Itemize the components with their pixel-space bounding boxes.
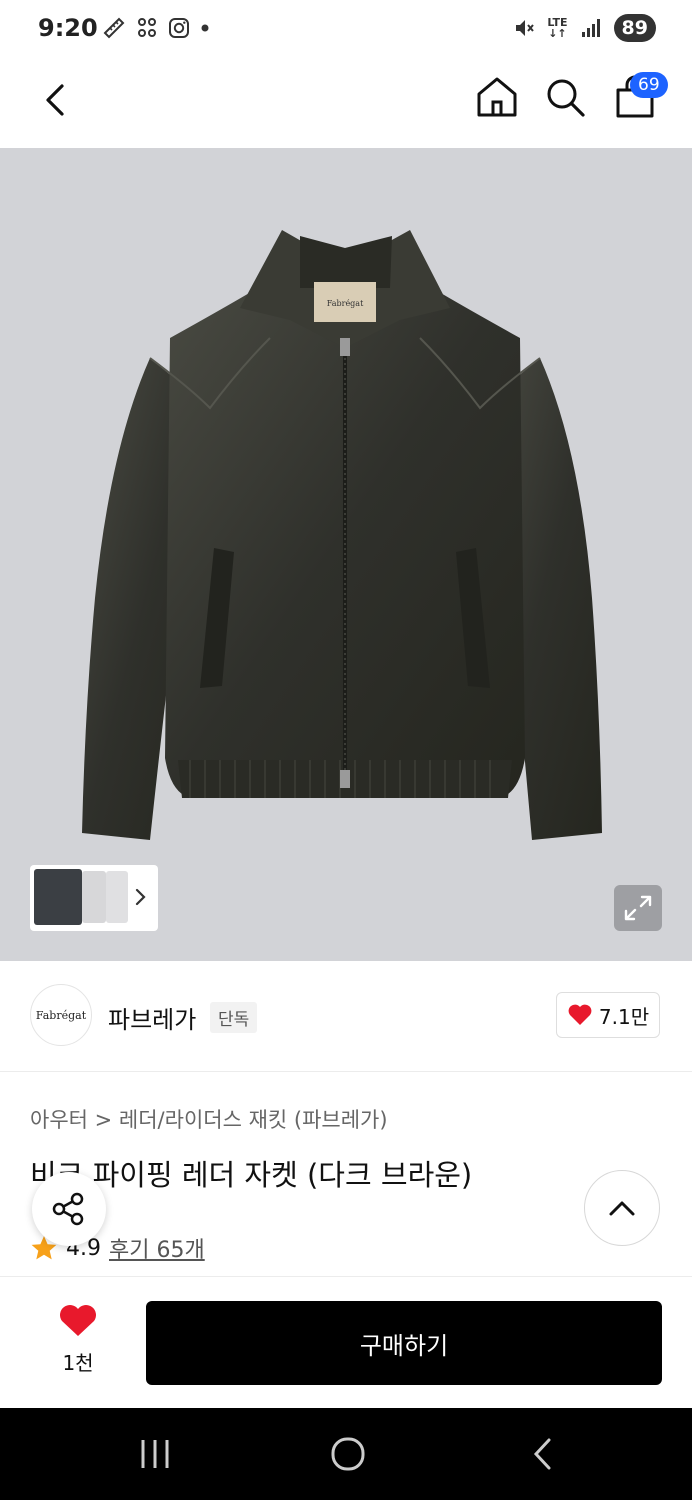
back-button[interactable]: [34, 78, 78, 122]
back-nav-icon[interactable]: [528, 1436, 558, 1472]
product-image-gallery[interactable]: Fabrégat: [0, 148, 692, 961]
brand-like-button[interactable]: 7.1만: [556, 992, 660, 1038]
brand-like-count: 7.1만: [598, 1004, 650, 1029]
review-count-link[interactable]: 후기 65개: [109, 1232, 205, 1264]
home-circle-icon[interactable]: [330, 1436, 366, 1472]
exclusive-tag: 단독: [210, 1002, 258, 1033]
clothing-label-text: Fabrégat: [327, 299, 364, 308]
purchase-bar: 1천 구매하기: [0, 1276, 692, 1408]
mute-icon: [516, 20, 535, 36]
status-time: 9:20: [38, 14, 98, 42]
chevron-right-icon: [135, 888, 146, 906]
thumbnail-jacket-back[interactable]: [82, 871, 106, 923]
battery-indicator: 89: [613, 14, 656, 42]
chevron-up-icon: [609, 1201, 635, 1216]
expand-icon: [624, 895, 652, 921]
breadcrumb-category[interactable]: 아우터 > 레더/라이더스 재킷 (파브레가): [30, 1104, 388, 1134]
brand-logo[interactable]: Fabrégat: [30, 984, 92, 1046]
fullscreen-button[interactable]: [614, 885, 662, 931]
search-icon: [547, 79, 585, 117]
heart-icon: [568, 1004, 592, 1025]
heart-icon: [60, 1305, 96, 1336]
dot-icon: [201, 24, 209, 32]
top-nav-bar: 69: [0, 60, 692, 148]
scroll-top-button[interactable]: [584, 1170, 660, 1246]
status-bar: 9:20 LTE ↓↑ 89: [0, 0, 692, 60]
chevron-left-icon: [46, 84, 64, 116]
buy-button[interactable]: 구매하기: [146, 1301, 662, 1385]
thumbnail-strip[interactable]: [30, 865, 158, 931]
recent-apps-icon[interactable]: [138, 1436, 172, 1472]
share-button[interactable]: [32, 1172, 106, 1246]
home-icon: [477, 77, 517, 117]
cart-count-badge: 69: [630, 72, 668, 98]
home-button[interactable]: [474, 74, 520, 120]
ruler-pencil-icon: [103, 17, 125, 39]
product-image: Fabrégat: [82, 230, 602, 840]
system-navigation-bar: [0, 1408, 692, 1500]
signal-icon: [581, 19, 600, 37]
thumbnail-model[interactable]: [34, 869, 82, 925]
brand-row: Fabrégat 파브레가 단독 7.1만: [0, 962, 692, 1072]
status-notification-icons: [102, 16, 210, 40]
wishlist-button[interactable]: 1천: [46, 1303, 110, 1376]
wishlist-count: 1천: [62, 1351, 94, 1375]
thumbnail-jacket-side[interactable]: [106, 871, 128, 923]
status-right-icons: LTE ↓↑ 89: [513, 14, 656, 42]
brand-name[interactable]: 파브레가: [108, 1000, 196, 1035]
search-button[interactable]: [542, 74, 588, 120]
grid-dots-icon: [138, 18, 156, 37]
instagram-icon: [169, 18, 189, 38]
share-icon: [52, 1192, 84, 1226]
lte-indicator: LTE ↓↑: [547, 16, 568, 40]
